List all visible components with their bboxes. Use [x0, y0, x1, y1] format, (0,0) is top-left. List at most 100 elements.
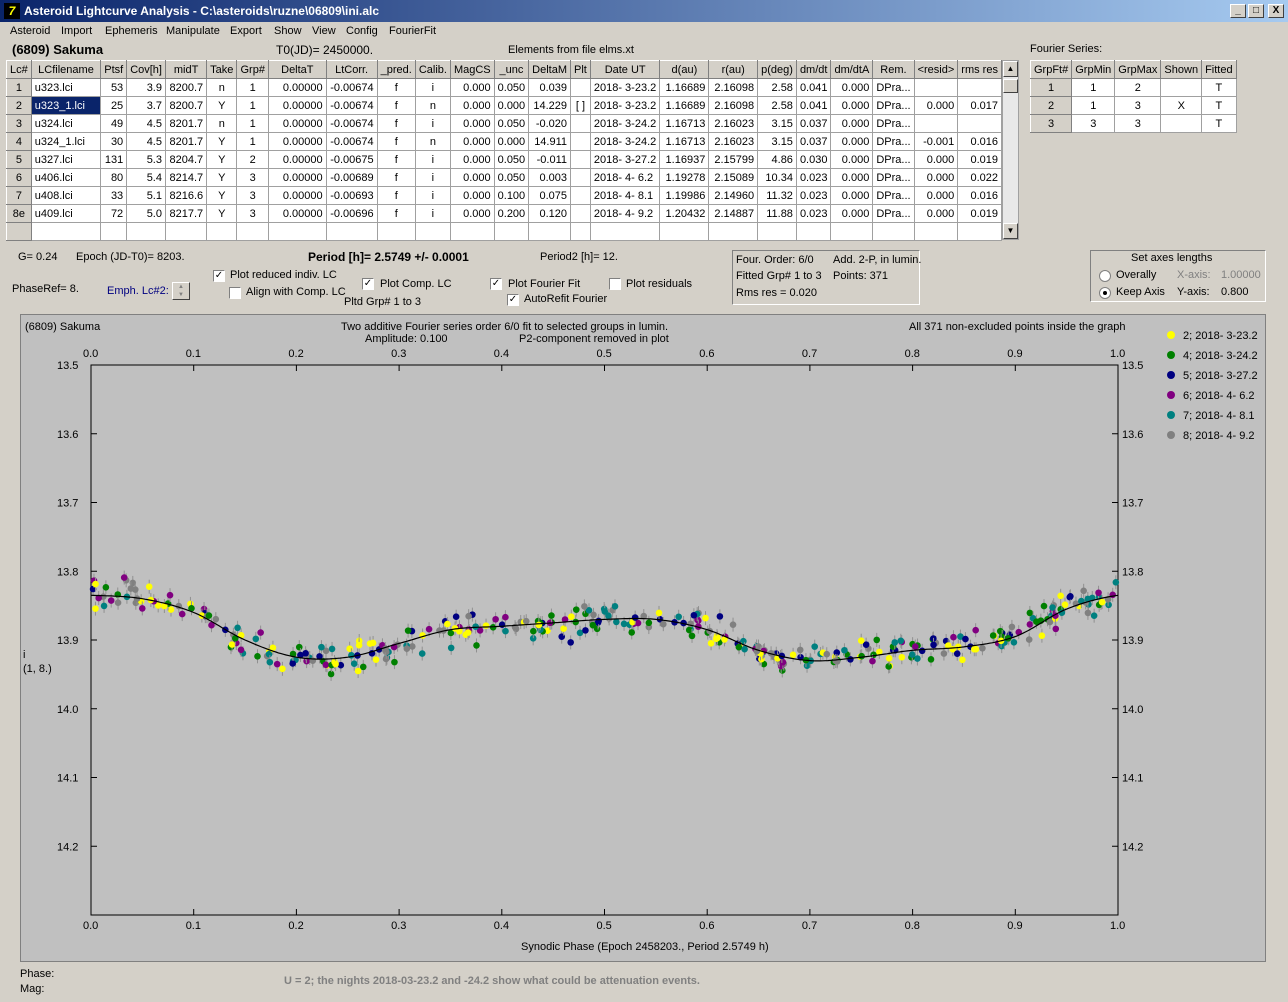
table-cell[interactable]: [30, 222, 102, 241]
table-cell[interactable]: [376, 222, 416, 241]
table-cell[interactable]: n: [206, 78, 238, 97]
table-cell[interactable]: 0.000: [913, 168, 959, 187]
table-cell[interactable]: -0.00674: [325, 114, 378, 133]
table-cell[interactable]: 0.00000: [268, 96, 327, 115]
close-button[interactable]: X: [1268, 4, 1284, 18]
table-cell[interactable]: 3.7: [126, 96, 166, 115]
scroll-down-icon[interactable]: ▼: [1003, 223, 1018, 239]
table-cell[interactable]: 3.15: [757, 132, 797, 151]
table-cell[interactable]: 5.1: [126, 186, 166, 205]
maximize-button[interactable]: □: [1248, 4, 1264, 18]
table-cell[interactable]: f: [376, 204, 416, 223]
table-cell[interactable]: DPra...: [872, 150, 915, 169]
plot-fourier-checkbox[interactable]: ✓: [490, 278, 502, 290]
table-cell[interactable]: [957, 222, 1002, 241]
table-cell[interactable]: 53: [100, 78, 128, 97]
table-cell[interactable]: 1.20432: [659, 204, 710, 223]
table-cell[interactable]: 2.16098: [708, 78, 759, 97]
table-cell[interactable]: -0.011: [528, 150, 572, 169]
table-cell[interactable]: 2.16023: [708, 132, 759, 151]
table-cell[interactable]: 0.000: [493, 96, 530, 115]
table-cell[interactable]: 0.000: [830, 168, 874, 187]
table-cell[interactable]: [6, 222, 32, 241]
table-cell[interactable]: 1: [6, 78, 32, 97]
column-header[interactable]: Fitted: [1201, 60, 1237, 79]
scroll-thumb[interactable]: [1003, 79, 1018, 93]
y-axis-length[interactable]: 0.800: [1221, 286, 1249, 298]
column-header[interactable]: Rem.: [872, 60, 915, 79]
table-cell[interactable]: DPra...: [872, 186, 915, 205]
table-cell[interactable]: 3: [236, 186, 270, 205]
table-cell[interactable]: 33: [100, 186, 128, 205]
table-cell[interactable]: 0.100: [493, 186, 530, 205]
table-cell[interactable]: [570, 204, 591, 223]
table-cell[interactable]: 4.5: [126, 132, 166, 151]
table-cell[interactable]: [414, 222, 451, 241]
table-cell[interactable]: 1: [1029, 78, 1073, 97]
table-cell[interactable]: [589, 222, 661, 241]
table-cell[interactable]: 0.00000: [268, 132, 327, 151]
table-row[interactable]: 2 u323_1.lci 25 3.7 8200.7 Y 1 0.00000 -0.00674 f…: [6, 96, 1002, 115]
column-header[interactable]: DeltaT: [268, 60, 327, 79]
table-cell[interactable]: Y: [206, 168, 238, 187]
table-cell[interactable]: [164, 222, 208, 241]
column-header[interactable]: Ptsf: [100, 60, 128, 79]
table-cell[interactable]: Y: [206, 204, 238, 223]
table-cell[interactable]: Y: [206, 96, 238, 115]
table-cell[interactable]: 0.000: [830, 132, 874, 151]
align-comp-checkbox[interactable]: [229, 287, 241, 299]
table-cell[interactable]: f: [376, 96, 416, 115]
table-cell[interactable]: 3: [1071, 114, 1116, 133]
column-header[interactable]: LCfilename: [30, 60, 102, 79]
table-cell[interactable]: 0.000: [449, 168, 495, 187]
table-cell[interactable]: 10.34: [757, 168, 797, 187]
table-row[interactable]: 3 u324.lci 49 4.5 8201.7 n 1 0.00000 -0.00674 f i 0…: [6, 114, 1002, 133]
table-cell[interactable]: [957, 114, 1002, 133]
table-cell[interactable]: 2018- 3-23.2: [589, 96, 661, 115]
table-cell[interactable]: [570, 78, 591, 97]
table-cell[interactable]: i: [414, 204, 451, 223]
column-header[interactable]: GrpFt#: [1029, 60, 1073, 79]
table-cell[interactable]: DPra...: [872, 78, 915, 97]
table-cell[interactable]: 2018- 3-24.2: [589, 132, 661, 151]
table-cell[interactable]: 2.58: [757, 78, 797, 97]
table-cell[interactable]: 0.200: [493, 204, 530, 223]
table-cell[interactable]: 14.911: [528, 132, 572, 151]
table-cell[interactable]: 0.000: [449, 96, 495, 115]
table-cell[interactable]: 1.16689: [659, 96, 710, 115]
table-cell[interactable]: 0.000: [830, 96, 874, 115]
table-cell[interactable]: 2018- 4- 9.2: [589, 204, 661, 223]
table-cell[interactable]: u324_1.lci: [30, 132, 102, 151]
table-cell[interactable]: 0.041: [795, 78, 832, 97]
table-cell[interactable]: 1: [236, 132, 270, 151]
table-cell[interactable]: 0.000: [913, 204, 959, 223]
table-cell[interactable]: X: [1160, 96, 1203, 115]
table-cell[interactable]: f: [376, 186, 416, 205]
table-cell[interactable]: 0.000: [830, 150, 874, 169]
table-cell[interactable]: u327.lci: [30, 150, 102, 169]
table-cell[interactable]: 4.86: [757, 150, 797, 169]
table-cell[interactable]: 1: [1071, 96, 1116, 115]
table-cell[interactable]: [872, 222, 915, 241]
table-cell[interactable]: n: [206, 114, 238, 133]
table-cell[interactable]: 0.016: [957, 132, 1002, 151]
table-cell[interactable]: f: [376, 78, 416, 97]
table-cell[interactable]: 0.000: [913, 150, 959, 169]
table-cell[interactable]: [570, 114, 591, 133]
table-cell[interactable]: f: [376, 168, 416, 187]
table-cell[interactable]: DPra...: [872, 96, 915, 115]
table-cell[interactable]: 0.00000: [268, 168, 327, 187]
scroll-up-icon[interactable]: ▲: [1003, 61, 1018, 77]
table-cell[interactable]: 2.16023: [708, 114, 759, 133]
table-cell[interactable]: u323_1.lci: [30, 96, 102, 115]
table-cell[interactable]: 3: [1029, 114, 1073, 133]
table-cell[interactable]: [659, 222, 710, 241]
table-cell[interactable]: 3: [236, 168, 270, 187]
table-cell[interactable]: [268, 222, 327, 241]
table-cell[interactable]: 0.000: [449, 186, 495, 205]
emph-spinner[interactable]: ▲ ▼: [172, 282, 190, 300]
column-header[interactable]: GrpMin: [1071, 60, 1116, 79]
table-cell[interactable]: 5: [6, 150, 32, 169]
table-row[interactable]: 4 u324_1.lci 30 4.5 8201.7 Y 1 0.00000 -0.00674 f…: [6, 132, 1002, 151]
table-cell[interactable]: 80: [100, 168, 128, 187]
